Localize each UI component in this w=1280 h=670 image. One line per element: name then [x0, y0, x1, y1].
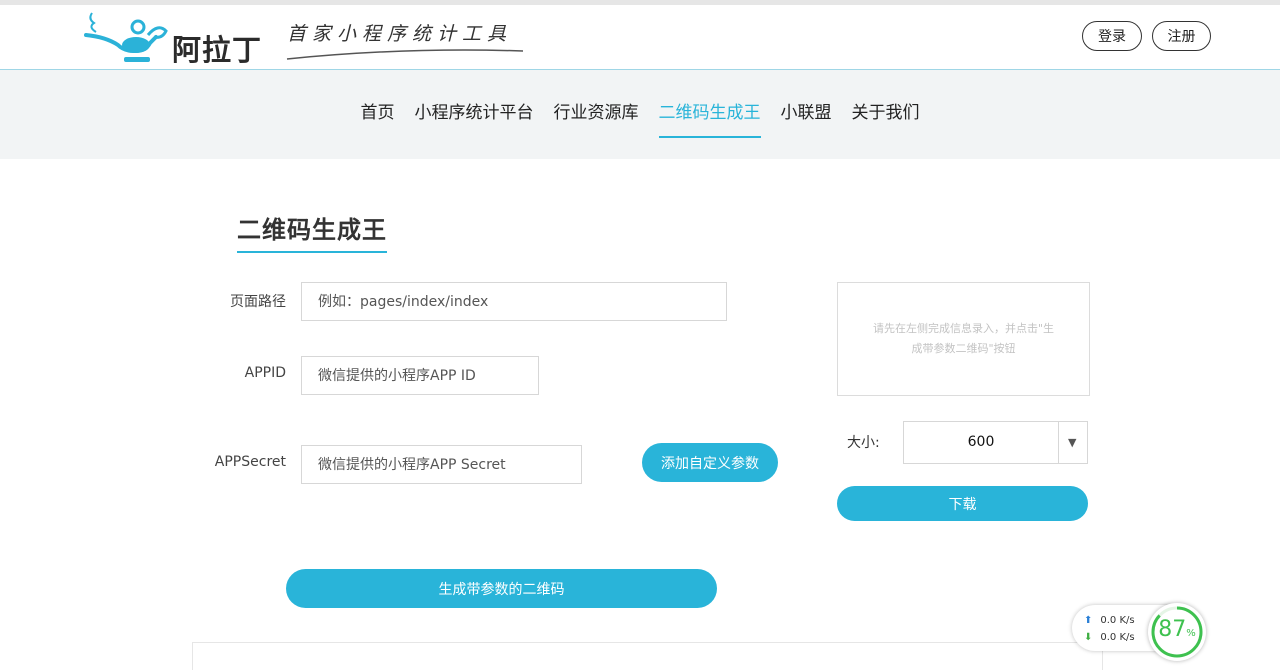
page-title: 二维码生成王 — [237, 210, 387, 253]
nav-item-stats-platform[interactable]: 小程序统计平台 — [405, 102, 544, 138]
download-speed-value: 0.0 K/s — [1100, 632, 1135, 643]
download-button[interactable]: 下载 — [837, 486, 1088, 521]
add-custom-param-button[interactable]: 添加自定义参数 — [642, 443, 778, 482]
generate-qrcode-button[interactable]: 生成带参数的二维码 — [286, 569, 717, 608]
login-button[interactable]: 登录 — [1082, 21, 1142, 51]
gauge-percent-value: 87 — [1158, 617, 1187, 642]
gauge-percent-sign: % — [1186, 628, 1196, 639]
network-speed-widget[interactable]: ⬆ 0.0 K/s ⬇ 0.0 K/s 87% — [1072, 603, 1208, 661]
memory-gauge[interactable]: 87% — [1148, 603, 1206, 661]
slogan-underline-decoration — [286, 49, 524, 60]
appid-label: APPID — [244, 365, 286, 381]
nav-item-qrcode-generator[interactable]: 二维码生成王 — [649, 102, 771, 138]
qrcode-preview-box: 请先在左侧完成信息录入，并点击"生成带参数二维码"按钮 — [837, 282, 1090, 396]
upload-speed-row: ⬆ 0.0 K/s — [1084, 615, 1135, 626]
page-path-input[interactable] — [301, 282, 727, 321]
logo-text: 阿拉丁 — [172, 33, 263, 67]
nav-item-industry-resources[interactable]: 行业资源库 — [544, 102, 649, 138]
site-header: 阿拉丁 首家小程序统计工具 登录 注册 — [0, 5, 1280, 69]
nav-item-alliance[interactable]: 小联盟 — [771, 102, 842, 138]
arrow-up-icon: ⬆ — [1084, 615, 1093, 626]
size-select-divider — [1058, 422, 1059, 463]
nav-item-about-us[interactable]: 关于我们 — [842, 102, 930, 138]
size-select[interactable]: 600 ▼ — [903, 421, 1088, 464]
appsecret-input[interactable] — [301, 445, 582, 484]
appid-input[interactable] — [301, 356, 539, 395]
main-navigation: 首页 小程序统计平台 行业资源库 二维码生成王 小联盟 关于我们 — [0, 69, 1280, 159]
size-label: 大小: — [847, 435, 880, 451]
slogan-text: 首家小程序统计工具 — [287, 23, 513, 45]
gauge-percent: 87% — [1148, 617, 1206, 642]
triangle-down-icon[interactable]: ▼ — [1068, 436, 1076, 449]
nav-item-home[interactable]: 首页 — [351, 102, 405, 138]
preview-hint-text: 请先在左侧完成信息录入，并点击"生成带参数二维码"按钮 — [872, 322, 1055, 355]
bottom-content-panel — [192, 642, 1103, 670]
upload-speed-value: 0.0 K/s — [1100, 615, 1135, 626]
download-speed-row: ⬇ 0.0 K/s — [1084, 632, 1135, 643]
register-button[interactable]: 注册 — [1152, 21, 1211, 51]
page-path-label: 页面路径 — [230, 294, 286, 310]
size-selected-value: 600 — [967, 434, 995, 450]
arrow-down-icon: ⬇ — [1084, 632, 1093, 643]
appsecret-label: APPSecret — [214, 454, 286, 470]
nav-list: 首页 小程序统计平台 行业资源库 二维码生成王 小联盟 关于我们 — [0, 102, 1280, 138]
